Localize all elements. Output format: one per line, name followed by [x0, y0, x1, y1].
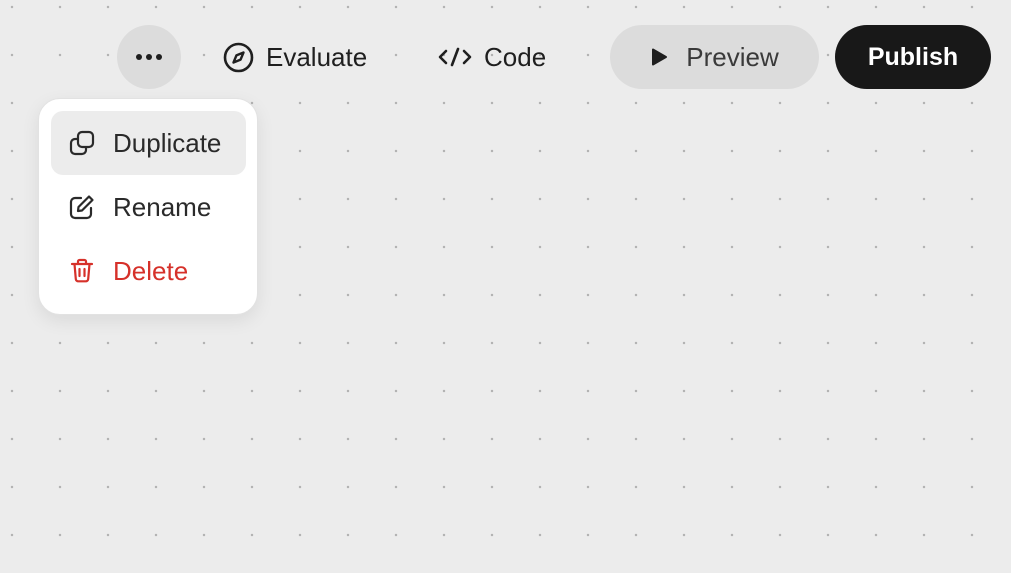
compass-icon	[223, 42, 254, 73]
code-label: Code	[484, 41, 547, 72]
more-horizontal-icon	[135, 48, 163, 66]
trash-icon	[69, 258, 95, 284]
menu-item-label: Delete	[113, 255, 189, 286]
evaluate-button[interactable]: Evaluate	[223, 25, 367, 89]
menu-item-delete[interactable]: Delete	[51, 239, 246, 303]
duplicate-icon	[69, 130, 95, 156]
publish-label: Publish	[867, 42, 959, 71]
menu-item-rename[interactable]: Rename	[51, 175, 246, 239]
menu-item-duplicate[interactable]: Duplicate	[51, 111, 246, 175]
edit-icon	[69, 194, 95, 220]
more-options-menu: Duplicate Rename Delete	[38, 98, 258, 315]
play-icon	[650, 47, 668, 67]
code-button[interactable]: Code	[438, 25, 546, 89]
menu-item-label: Duplicate	[113, 127, 222, 158]
menu-item-label: Rename	[113, 191, 212, 222]
preview-button[interactable]: Preview	[610, 25, 819, 89]
preview-label: Preview	[686, 41, 779, 72]
code-icon	[438, 46, 472, 68]
more-options-button[interactable]	[117, 25, 181, 89]
evaluate-label: Evaluate	[266, 41, 368, 72]
top-toolbar: Evaluate Code Preview Publish	[0, 25, 1011, 89]
publish-button[interactable]: Publish	[835, 25, 991, 89]
